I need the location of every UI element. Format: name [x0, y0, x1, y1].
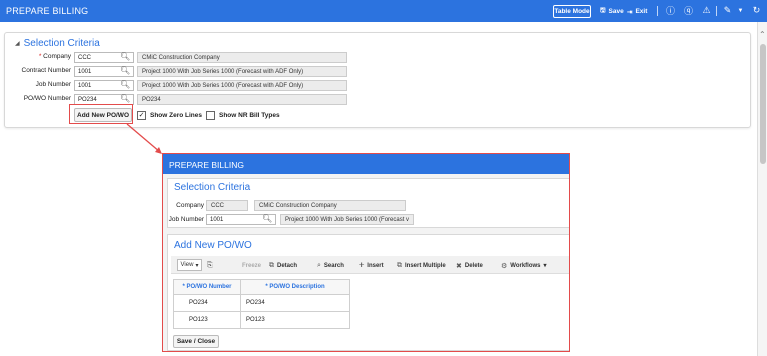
- dialog-job-number-label: Job Number: [168, 216, 204, 223]
- insert-button[interactable]: ➕︎ Insert: [359, 260, 384, 271]
- delete-button[interactable]: ✖︎ Delete: [456, 260, 483, 271]
- detach-button[interactable]: ⧉ Detach: [269, 260, 297, 271]
- table-row-cell[interactable]: PO123: [173, 311, 241, 329]
- wrap-toggle-icon[interactable]: ⎘: [207, 260, 213, 271]
- view-menu[interactable]: View ▾: [177, 259, 202, 271]
- search-icon: ⌕: [317, 261, 321, 269]
- chevron-down-icon: ▾: [543, 263, 547, 269]
- dialog-selection-panel: Selection Criteria Company CCC CMiC Cons…: [167, 178, 569, 228]
- insert-multiple-button[interactable]: ⧉ Insert Multiple: [397, 260, 446, 271]
- freeze-button[interactable]: Freeze: [242, 260, 261, 271]
- search-icon[interactable]: 🔍︎: [262, 214, 272, 223]
- save-close-button[interactable]: Save / Close: [173, 335, 219, 348]
- insert-icon: ➕︎: [359, 261, 365, 269]
- add-new-po-wo-title: Add New PO/WO: [174, 240, 252, 251]
- column-header-po-wo-number[interactable]: * PO/WO Number: [173, 279, 241, 295]
- chevron-down-icon: ▾: [195, 262, 199, 269]
- detach-icon: ⧉: [269, 261, 274, 269]
- search-button[interactable]: ⌕ Search: [317, 260, 344, 271]
- dialog-header: PREPARE BILLING: [163, 154, 569, 174]
- table-row-cell[interactable]: PO123: [240, 311, 350, 329]
- column-header-po-wo-description[interactable]: * PO/WO Description: [240, 279, 350, 295]
- workflows-button[interactable]: ⚙︎ Workflows ▾: [501, 260, 547, 271]
- dialog-job-description: Project 1000 With Job Series 1000 (Forec…: [280, 214, 414, 225]
- dialog-company-description: CMiC Construction Company: [254, 200, 406, 211]
- dialog-company-label: Company: [176, 202, 204, 209]
- delete-icon: ✖︎: [456, 262, 462, 270]
- insert-multiple-icon: ⧉: [397, 261, 402, 269]
- dialog-selection-title: Selection Criteria: [174, 182, 251, 193]
- add-new-po-wo-dialog: PREPARE BILLING Selection Criteria Compa…: [162, 153, 570, 352]
- table-row-cell[interactable]: PO234: [240, 294, 350, 312]
- grid-toolbar: View ▾ ⎘ Freeze ⧉ Detach ⌕ Search ➕︎ Insert …: [171, 256, 569, 274]
- table-row-cell[interactable]: PO234: [173, 294, 241, 312]
- dialog-company-field: CCC: [206, 200, 248, 211]
- workflows-icon: ⚙︎: [501, 262, 508, 270]
